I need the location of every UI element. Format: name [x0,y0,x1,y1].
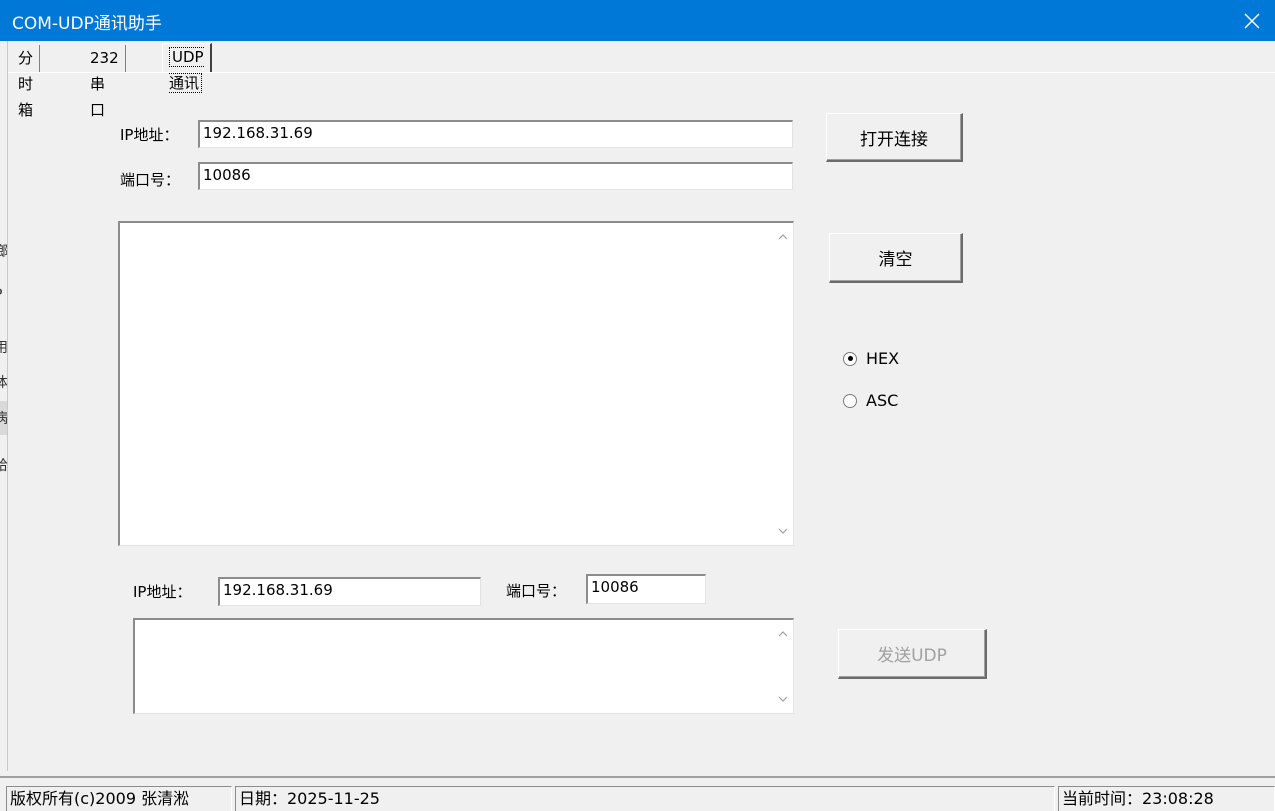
background-text-fragment: 病 [0,408,7,428]
background-text-fragment: 鄉 [0,241,7,261]
background-text-fragment: 给 [0,455,7,475]
background-window-edge: 鄉 P 用 体 病 给 [0,41,8,771]
asc-label: ASC [866,391,899,410]
tab-label: UDP通讯 [169,47,204,93]
chevron-up-icon[interactable] [773,624,793,644]
asc-radio[interactable]: ASC [843,391,898,410]
send-ip-input[interactable]: 192.168.31.69 [218,577,481,606]
chevron-down-icon[interactable] [773,689,793,709]
send-port-input[interactable]: 10086 [586,574,706,604]
close-icon [1244,12,1260,29]
tab-panel-border [8,72,1275,73]
radio-unchecked-icon [843,393,857,408]
status-bar: 版权所有(c)2009 张清淞 日期：2025-11-25 当前时间：23:08… [0,776,1275,811]
ip-input[interactable]: 192.168.31.69 [198,120,793,148]
tab-serial-232[interactable]: 232串口 [84,45,126,119]
status-time: 当前时间：23:08:28 [1058,786,1275,811]
status-copyright: 版权所有(c)2009 张清淞 [6,786,232,811]
window-title: COM-UDP通讯助手 [12,14,162,34]
send-textarea[interactable] [133,618,794,714]
tab-udp[interactable]: UDP通讯 [162,43,212,93]
tab-timer-box[interactable]: 分时箱 [12,45,41,119]
port-label: 端口号： [120,171,181,189]
port-input[interactable]: 10086 [198,162,793,190]
radio-checked-icon [843,351,857,366]
background-text-fragment: P [0,287,2,303]
background-text-fragment: 体 [0,372,7,392]
send-udp-button[interactable]: 发送UDP [838,629,987,679]
tab-label: 232串口 [90,49,119,119]
open-connection-button[interactable]: 打开连接 [826,113,963,162]
title-bar: COM-UDP通讯助手 [0,0,1275,41]
receive-textarea[interactable] [118,221,794,546]
hex-label: HEX [866,349,900,368]
send-scrollbar[interactable] [773,620,793,713]
hex-radio[interactable]: HEX [843,349,899,368]
receive-scrollbar[interactable] [773,223,793,545]
status-date: 日期：2025-11-25 [235,786,1055,811]
send-port-label: 端口号： [506,582,567,600]
ip-label: IP地址： [120,126,179,144]
send-ip-label: IP地址： [133,583,192,601]
clear-button[interactable]: 清空 [829,233,963,283]
background-text-fragment: 用 [0,337,7,357]
chevron-down-icon[interactable] [773,521,793,541]
close-button[interactable] [1229,0,1275,41]
chevron-up-icon[interactable] [773,227,793,247]
tab-label: 分时箱 [18,49,34,119]
